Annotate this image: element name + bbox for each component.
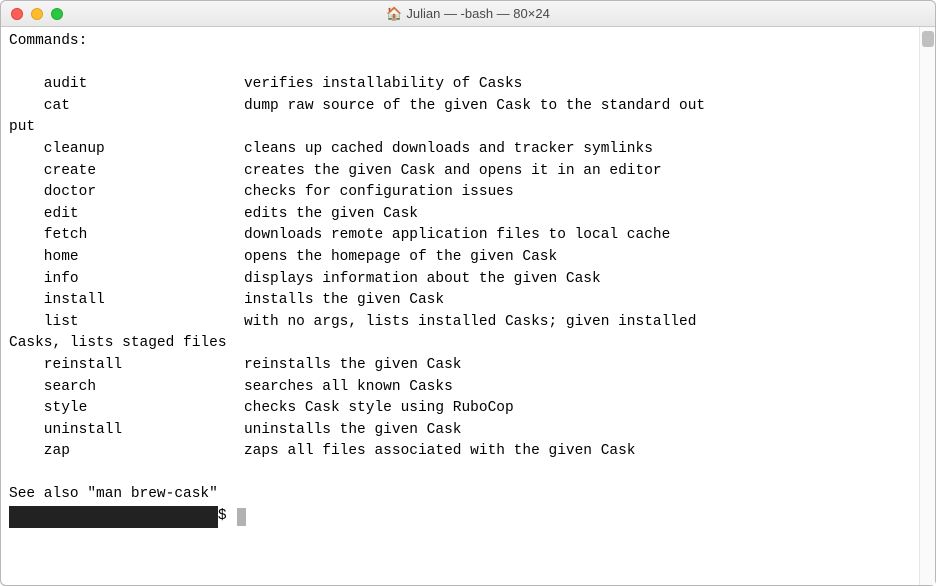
traffic-lights	[11, 8, 63, 20]
scroll-thumb[interactable]	[922, 31, 934, 47]
terminal-body: Commands: audit verifies installability …	[1, 27, 935, 585]
prompt-line[interactable]: $	[9, 508, 246, 524]
scrollbar[interactable]	[919, 27, 935, 585]
terminal-output[interactable]: Commands: audit verifies installability …	[1, 27, 919, 585]
cursor-icon	[237, 508, 246, 526]
window-title-text: Julian — -bash — 80×24	[406, 6, 549, 21]
terminal-window: 🏠 Julian — -bash — 80×24 Commands: audit …	[0, 0, 936, 586]
close-icon[interactable]	[11, 8, 23, 20]
minimize-icon[interactable]	[31, 8, 43, 20]
prompt-suffix: $	[218, 508, 235, 524]
home-icon: 🏠	[386, 6, 402, 21]
window-title: 🏠 Julian — -bash — 80×24	[1, 6, 935, 22]
titlebar[interactable]: 🏠 Julian — -bash — 80×24	[1, 1, 935, 27]
zoom-icon[interactable]	[51, 8, 63, 20]
prompt-redacted	[9, 506, 218, 528]
